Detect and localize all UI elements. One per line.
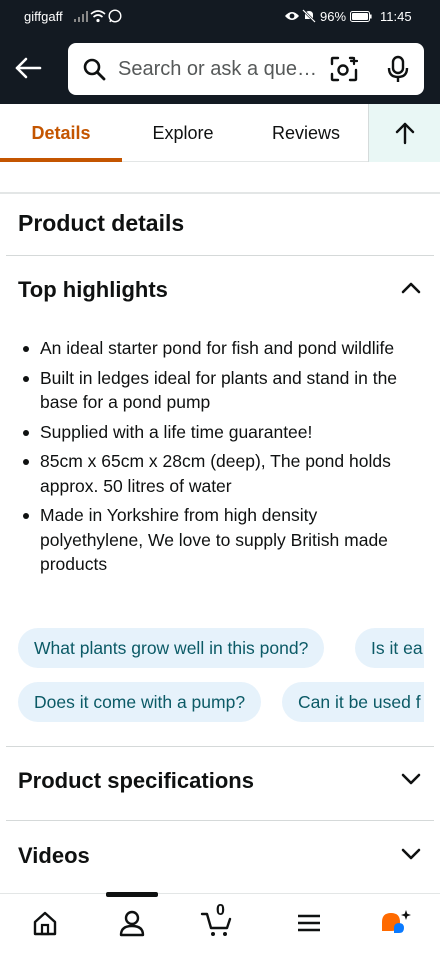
highlight-item: 85cm x 65cm x 28cm (deep), The pond hold… xyxy=(18,449,418,498)
divider xyxy=(6,820,434,821)
active-tab-indicator xyxy=(0,158,122,162)
tab-reviews[interactable]: Reviews xyxy=(244,104,368,162)
product-details-title: Product details xyxy=(18,210,185,236)
camera-lens-icon[interactable] xyxy=(330,56,358,82)
highlight-item: Supplied with a life time guarantee! xyxy=(18,420,418,445)
highlight-item: Made in Yorkshire from high density poly… xyxy=(18,503,418,577)
question-chips-row-1: What plants grow well in this pond? Is i… xyxy=(0,628,424,668)
question-chip[interactable]: What plants grow well in this pond? xyxy=(18,628,325,668)
search-input[interactable] xyxy=(118,53,316,85)
tab-explore[interactable]: Explore xyxy=(122,104,244,162)
chevron-down-icon[interactable] xyxy=(400,847,422,861)
divider xyxy=(6,255,434,256)
status-bar: giffgaff 96% 11:45 xyxy=(0,0,440,34)
arrow-left-icon xyxy=(15,57,42,79)
product-tabs: Details Explore Reviews xyxy=(0,104,440,162)
chevron-up-icon[interactable] xyxy=(400,281,422,295)
menu-icon[interactable] xyxy=(294,908,324,938)
arrow-up-icon xyxy=(395,122,415,145)
microphone-icon[interactable] xyxy=(386,55,410,83)
battery-percent: 96% xyxy=(320,9,347,24)
section-separator xyxy=(0,192,440,194)
videos-title[interactable]: Videos xyxy=(18,843,90,869)
whatsapp-icon xyxy=(108,9,122,23)
highlight-item: Built in ledges ideal for plants and sta… xyxy=(18,366,418,415)
clock: 11:45 xyxy=(380,9,412,24)
search-bar[interactable] xyxy=(68,43,424,95)
carrier-name: giffgaff xyxy=(24,9,63,24)
highlight-item: An ideal starter pond for fish and pond … xyxy=(18,336,418,361)
home-icon[interactable] xyxy=(30,908,60,938)
rufus-assistant-icon[interactable] xyxy=(380,908,414,938)
eye-icon xyxy=(285,12,299,20)
question-chip[interactable]: Does it come with a pump? xyxy=(18,682,262,722)
mute-icon xyxy=(302,9,316,23)
question-chip[interactable]: Can it be used f xyxy=(282,682,424,722)
question-chip[interactable]: Is it ea xyxy=(355,628,424,668)
battery-icon xyxy=(350,11,372,22)
person-icon[interactable] xyxy=(117,908,147,938)
divider xyxy=(6,746,434,747)
product-specifications-title[interactable]: Product specifications xyxy=(18,768,254,794)
tab-details[interactable]: Details xyxy=(0,104,122,162)
scroll-to-top-button[interactable] xyxy=(368,104,440,162)
active-nav-indicator xyxy=(106,892,158,897)
search-icon xyxy=(83,58,106,81)
signal-icon xyxy=(74,11,88,22)
back-button[interactable] xyxy=(12,52,44,84)
cart-button[interactable]: 0 xyxy=(200,902,236,938)
top-highlights-title[interactable]: Top highlights xyxy=(18,277,168,303)
highlights-list: An ideal starter pond for fish and pond … xyxy=(18,336,418,582)
chevron-down-icon[interactable] xyxy=(400,772,422,786)
wifi-icon xyxy=(90,10,106,23)
bottom-navigation: 0 xyxy=(0,892,440,953)
app-header xyxy=(0,34,440,104)
question-chips-row-2: Does it come with a pump? Can it be used… xyxy=(0,682,424,722)
cart-count: 0 xyxy=(216,902,225,919)
